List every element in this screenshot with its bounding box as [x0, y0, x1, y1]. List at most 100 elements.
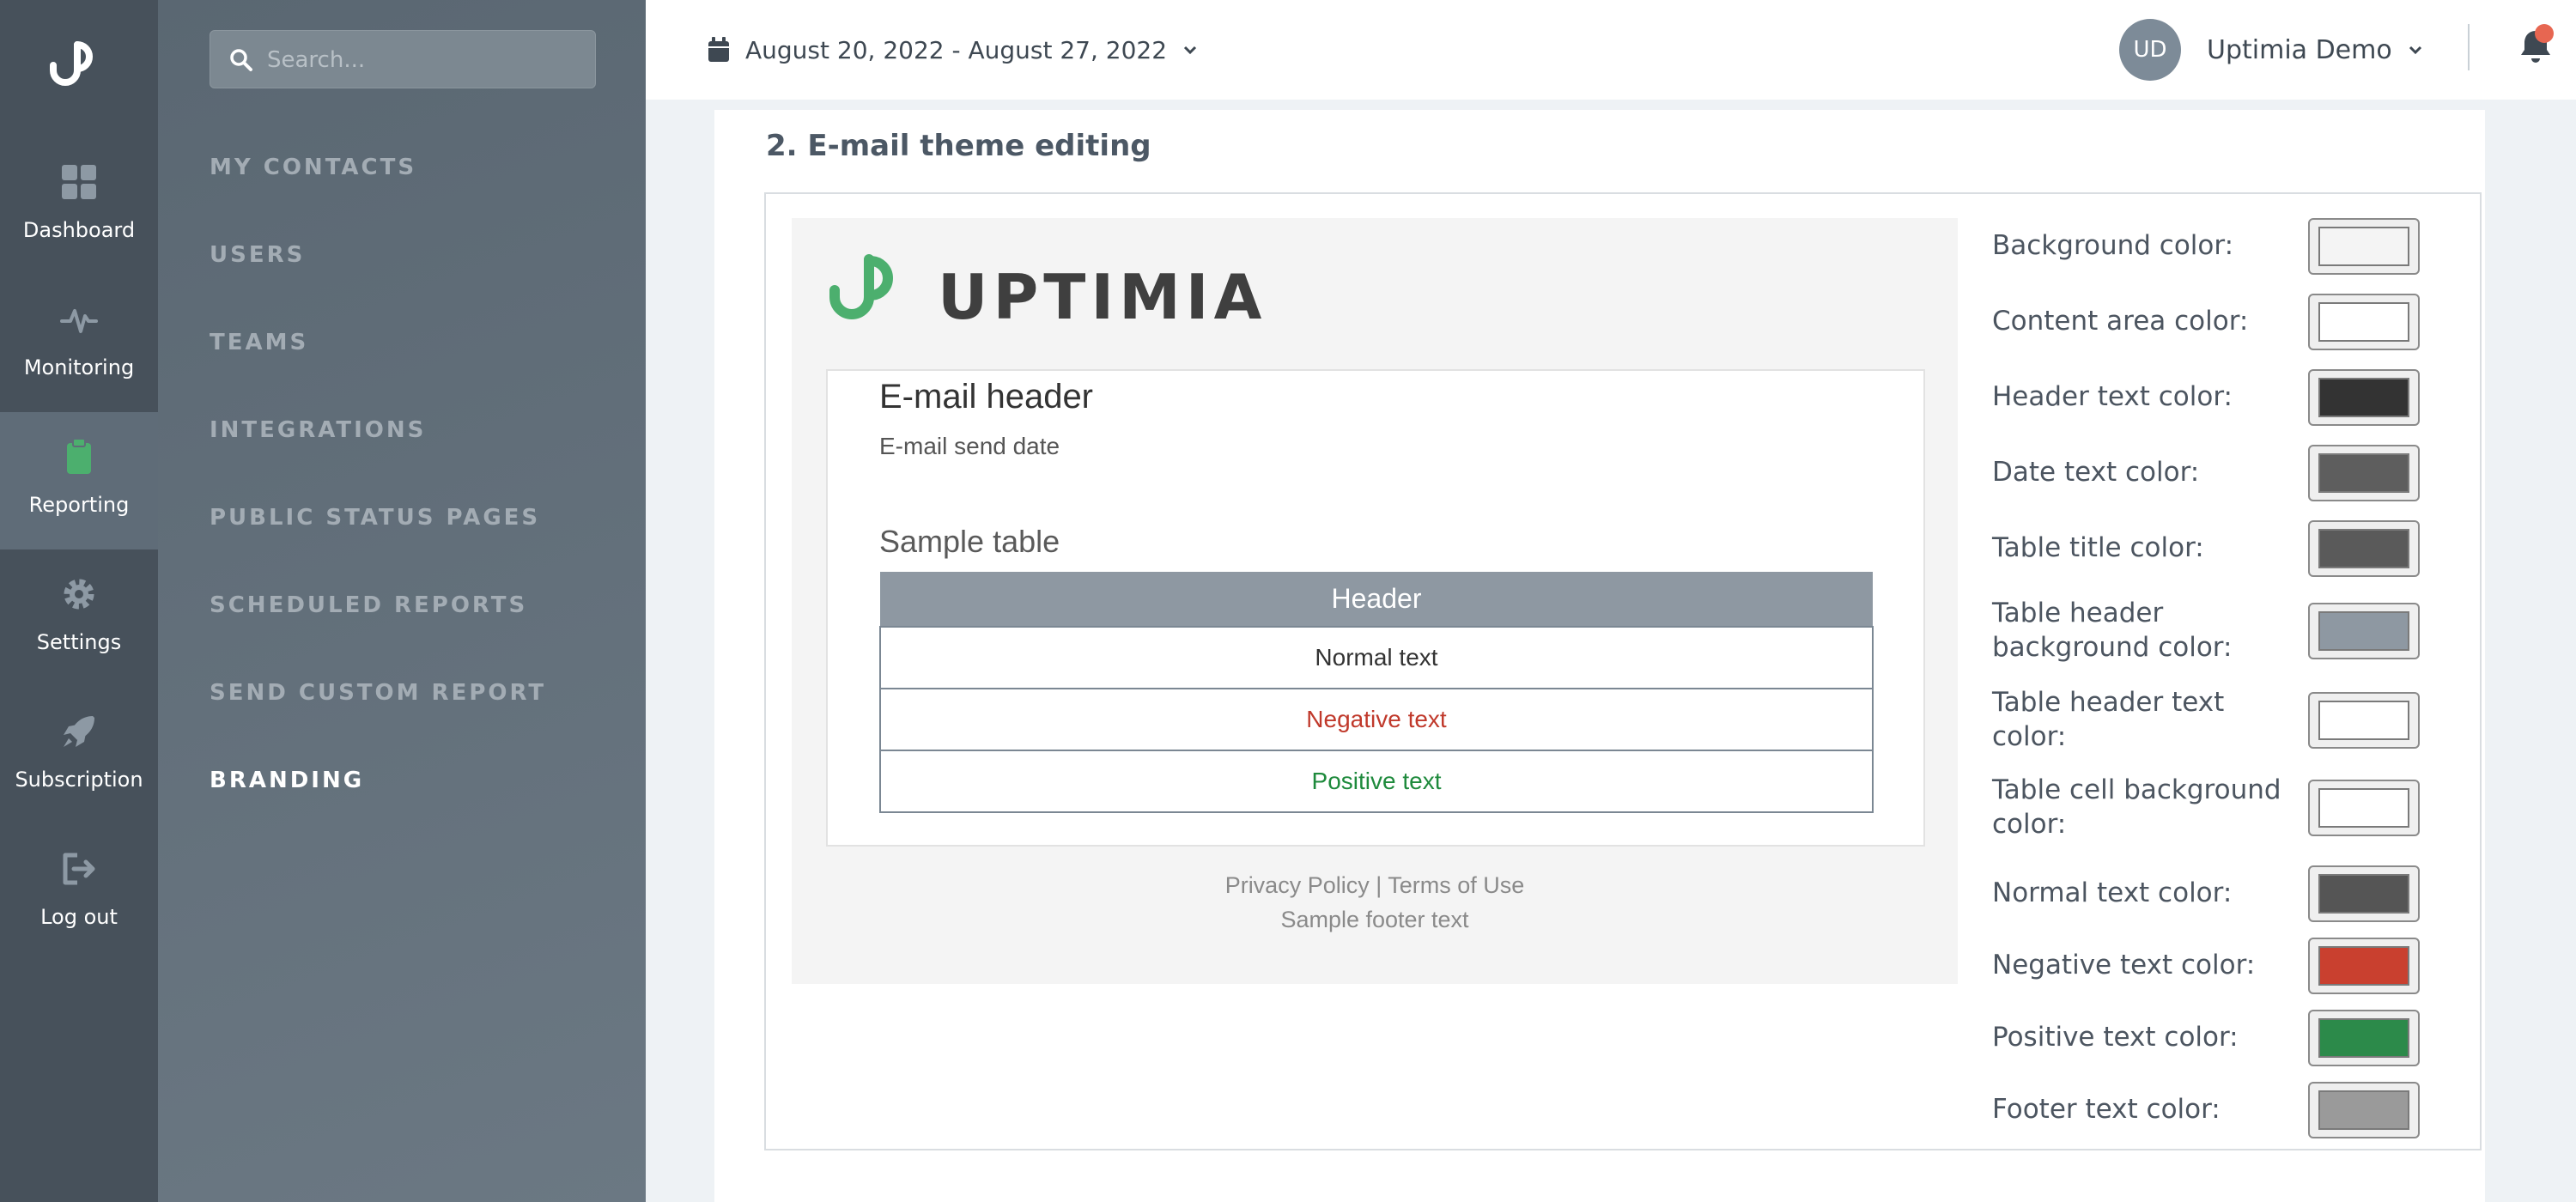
positive-text-cell: Positive text: [879, 750, 1874, 813]
subnav-item-scheduled-reports[interactable]: SCHEDULED REPORTS: [210, 592, 527, 618]
subnav-item-branding[interactable]: BRANDING: [210, 768, 364, 793]
subnav-item-public-status-pages[interactable]: PUBLIC STATUS PAGES: [210, 505, 540, 531]
rail-item-monitoring[interactable]: Monitoring: [0, 275, 158, 412]
rail-item-label: Log out: [40, 905, 118, 929]
color-picker[interactable]: [2308, 938, 2420, 994]
gear-icon: [64, 579, 94, 610]
brand-logo: UPTIMIA: [826, 252, 1261, 333]
setting-label: Header text color:: [1992, 381, 2233, 412]
color-picker[interactable]: [2308, 218, 2420, 275]
rail-item-label: Settings: [36, 630, 122, 654]
normal-text-cell: Normal text: [879, 626, 1874, 689]
color-fill: [2318, 788, 2409, 828]
color-settings: Background color: Content area color: He…: [1992, 218, 2456, 1138]
icon-rail: Dashboard Monitoring Reporting Settings …: [0, 0, 158, 1202]
logout-icon: [63, 853, 95, 885]
setting-label: Footer text color:: [1992, 1094, 2221, 1125]
color-fill: [2318, 227, 2409, 266]
date-range-picker[interactable]: August 20, 2022 - August 27, 2022: [708, 31, 1198, 69]
reporting-subnav: MY CONTACTS USERS TEAMS INTEGRATIONS PUB…: [158, 0, 646, 1202]
color-fill: [2318, 946, 2409, 986]
user-name: Uptimia Demo: [2207, 34, 2392, 65]
subnav-item-my-contacts[interactable]: MY CONTACTS: [210, 155, 416, 180]
rail-item-reporting[interactable]: Reporting: [0, 412, 158, 549]
negative-text-cell: Negative text: [879, 688, 1874, 751]
branding-card: 2. E-mail theme editing UPTIMIA E-mail h…: [714, 110, 2485, 1202]
chevron-down-icon: [2409, 46, 2421, 55]
dashboard-icon: [62, 165, 96, 199]
color-fill: [2318, 611, 2409, 651]
email-preview: UPTIMIA E-mail header E-mail send date S…: [792, 218, 1958, 984]
color-fill: [2318, 453, 2409, 493]
search-icon: [230, 49, 252, 71]
setting-label: Positive text color:: [1992, 1022, 2239, 1053]
email-footer-links: Privacy Policy | Terms of Use: [792, 872, 1958, 899]
color-fill: [2318, 529, 2409, 568]
color-fill: [2318, 874, 2409, 914]
setting-label: Negative text color:: [1992, 950, 2256, 980]
rail-item-label: Reporting: [28, 493, 130, 517]
color-fill: [2318, 1018, 2409, 1058]
rail-item-label: Monitoring: [23, 355, 135, 379]
rail-item-label: Subscription: [15, 768, 143, 792]
chevron-down-icon: [1184, 46, 1197, 55]
pulse-icon: [60, 309, 98, 333]
rail-item-dashboard[interactable]: Dashboard: [0, 137, 158, 275]
search-input[interactable]: [267, 43, 576, 77]
email-header: E-mail header: [879, 378, 1094, 416]
color-fill: [2318, 1090, 2409, 1130]
subnav-item-teams[interactable]: TEAMS: [210, 330, 308, 355]
setting-label: Background color:: [1992, 230, 2234, 261]
color-picker[interactable]: [2308, 780, 2420, 836]
terms-of-use-link[interactable]: Terms of Use: [1388, 872, 1524, 898]
setting-label: Table title color:: [1992, 532, 2204, 563]
footer-separator: |: [1369, 872, 1388, 898]
subnav-item-integrations[interactable]: INTEGRATIONS: [210, 417, 426, 443]
uptimia-logo-icon: [829, 254, 893, 319]
color-fill: [2318, 378, 2409, 417]
avatar: UD: [2119, 19, 2181, 81]
rocket-icon: [64, 716, 94, 747]
rail-item-subscription[interactable]: Subscription: [0, 687, 158, 824]
color-picker[interactable]: [2308, 1082, 2420, 1138]
rail-item-settings[interactable]: Settings: [0, 549, 158, 687]
user-menu[interactable]: UD Uptimia Demo: [2119, 19, 2423, 81]
color-picker[interactable]: [2308, 369, 2420, 426]
color-picker[interactable]: [2308, 692, 2420, 749]
color-picker[interactable]: [2308, 294, 2420, 350]
subnav-item-send-custom-report[interactable]: SEND CUSTOM REPORT: [210, 680, 546, 706]
table-row: Normal text: [879, 626, 1874, 689]
color-picker[interactable]: [2308, 445, 2420, 501]
color-picker[interactable]: [2308, 1010, 2420, 1066]
color-picker[interactable]: [2308, 520, 2420, 577]
setting-label: Content area color:: [1992, 306, 2249, 337]
color-fill: [2318, 701, 2409, 740]
sample-table-title: Sample table: [879, 524, 1060, 559]
setting-label: Date text color:: [1992, 457, 2200, 488]
clipboard-icon: [67, 438, 91, 474]
setting-label: Table cell background color:: [1992, 774, 2281, 840]
color-picker[interactable]: [2308, 603, 2420, 659]
rail-item-logout[interactable]: Log out: [0, 824, 158, 962]
search-box[interactable]: [210, 30, 596, 88]
date-range-text: August 20, 2022 - August 27, 2022: [745, 35, 1168, 64]
calendar-icon: [708, 37, 729, 62]
email-content-area: E-mail header E-mail send date Sample ta…: [826, 369, 1925, 847]
app-logo-icon[interactable]: [43, 31, 112, 93]
sample-table: Header Normal text Negative text Positiv…: [879, 572, 1874, 813]
top-bar: August 20, 2022 - August 27, 2022 UD Upt…: [646, 0, 2576, 100]
color-fill: [2318, 302, 2409, 342]
privacy-policy-link[interactable]: Privacy Policy: [1225, 872, 1370, 898]
brand-wordmark: UPTIMIA: [938, 261, 1267, 333]
color-picker[interactable]: [2308, 865, 2420, 922]
table-row: Negative text: [879, 688, 1874, 751]
section-title: 2. E-mail theme editing: [766, 129, 1151, 163]
setting-label: Table header text color:: [1992, 687, 2225, 752]
setting-label: Table header background color:: [1992, 598, 2233, 663]
table-row: Positive text: [879, 750, 1874, 813]
topbar-divider: [2468, 24, 2470, 70]
subnav-item-users[interactable]: USERS: [210, 242, 305, 268]
rail-item-label: Dashboard: [22, 218, 136, 242]
email-footer-text: Sample footer text: [1280, 907, 1469, 932]
theme-editor: UPTIMIA E-mail header E-mail send date S…: [764, 192, 2482, 1150]
